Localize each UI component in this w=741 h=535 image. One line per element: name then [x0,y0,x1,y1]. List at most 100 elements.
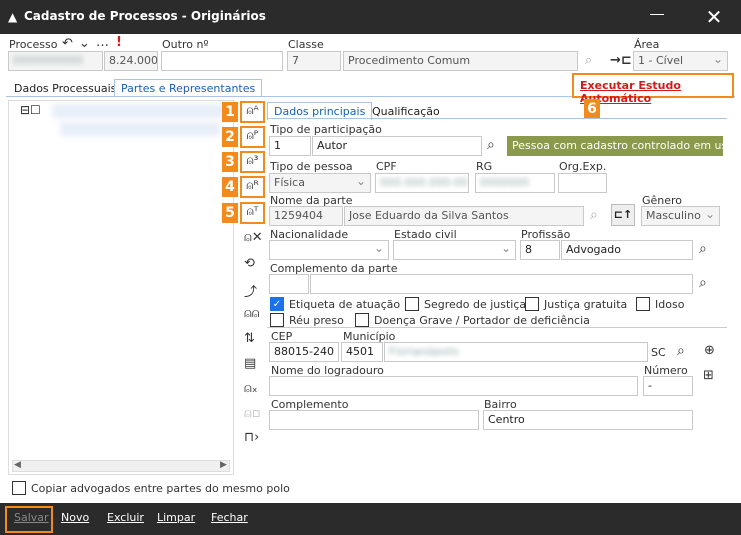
rg-field[interactable]: 0000000 [475,173,555,193]
person-p-icon: ⍝ᴾ [246,128,259,142]
export-icon[interactable]: ⊓› [244,430,259,445]
controlled-notice: Pessoa com cadastro controlado em uso [507,136,734,156]
more-icon[interactable]: … [96,35,109,50]
exec-estudo-link[interactable]: Executar Estudo Automático [580,79,741,105]
cep-field[interactable]: 88015-240 [269,342,339,362]
swap-icon[interactable]: ⇅ [244,331,255,346]
import-icon[interactable]: →⊏ [610,53,632,68]
segredo-checkbox[interactable] [405,297,419,311]
idoso-checkbox[interactable] [636,297,650,311]
scroll-right-icon[interactable]: ▶ [220,460,227,470]
idoso-label: Idoso [655,298,685,311]
search-icon[interactable]: ⌕ [699,241,707,257]
group-party-icon[interactable]: ⍝⍝ [244,306,260,321]
scroll-left-icon[interactable]: ◀ [14,460,21,470]
justica-gratuita-checkbox[interactable] [525,297,539,311]
classe-code-field[interactable]: 7 [287,51,341,71]
tool-add-representante-button[interactable]: ⍝ᴿ [240,176,265,198]
salvar-button[interactable]: Salvar [14,511,49,524]
genero-select[interactable]: Masculino [641,206,720,226]
reu-preso-checkbox[interactable] [270,313,284,327]
profissao-field[interactable]: Advogado [561,240,693,260]
search-icon[interactable]: ⌕ [487,137,495,153]
limpar-button[interactable]: Limpar [157,511,195,524]
outro-field[interactable] [161,51,283,71]
municipio-field[interactable]: Florianópolis [384,342,648,362]
open-person-button[interactable]: ⊏↑ [611,204,635,226]
person-a-icon: ⍝ᴬ [246,103,259,117]
undo-icon[interactable]: ↶ [62,36,73,51]
tipo-pessoa-select[interactable]: Física [269,173,371,193]
address-lookup-icon[interactable]: ⊕ [704,343,715,358]
tool-add-testemunha-button[interactable]: ⍝ᵀ [240,202,265,224]
processo-prefix-field[interactable]: 0000000000 [8,51,103,71]
parties-tree[interactable] [8,100,234,475]
copy-user-icon: ⍝▫ [244,406,261,421]
novo-button[interactable]: Novo [61,511,89,524]
org-exp-label: Org.Exp. [559,160,607,173]
tab-partes-representantes[interactable]: Partes e Representantes [114,79,263,97]
move-party-icon[interactable]: ⤴ [244,281,257,300]
import-person-icon: ⊏↑ [613,208,633,221]
tool-add-passivo-button[interactable]: ⍝ᴾ [240,126,265,148]
municipio-code-field[interactable]: 4501 [341,342,383,362]
copiar-advogados-checkbox[interactable] [12,481,26,495]
tab-dados-processuais[interactable]: Dados Processuais [8,80,122,97]
minimize-button[interactable] [650,14,664,15]
person-r-icon: ⍝ᴿ [246,178,259,192]
justica-gratuita-label: Justiça gratuita [544,298,628,311]
horizontal-scrollbar[interactable] [12,460,230,472]
classe-name-field[interactable]: Procedimento Comum [343,51,578,71]
chevron-down-icon[interactable]: ⌄ [79,36,90,51]
numero-field[interactable]: - [643,376,693,396]
refresh-party-icon[interactable]: ⟲ [244,256,255,271]
cpf-label: CPF [376,160,397,173]
remove-party-icon[interactable]: ⍝✕ [244,230,263,245]
excluir-button[interactable]: Excluir [107,511,144,524]
badge-2: 2 [222,127,238,147]
complemento-field[interactable] [269,410,479,430]
logradouro-field[interactable] [269,376,638,396]
etiqueta-checkbox[interactable]: ✓ [270,297,284,311]
search-icon[interactable]: ⌕ [585,53,592,68]
tree-root-icon[interactable]: ⊟☐ [20,103,41,117]
badge-1: 1 [222,102,238,122]
org-exp-field[interactable] [558,173,607,193]
alert-icon: ! [116,35,122,50]
bairro-field[interactable]: Centro [483,410,693,430]
nome-parte-field[interactable]: Jose Eduardo da Silva Santos [344,206,584,226]
complemento-parte-code-field[interactable] [269,274,309,294]
rg-label: RG [476,160,493,173]
tipo-participacao-code-field[interactable]: 1 [269,136,311,156]
tree-node-child[interactable] [60,122,220,136]
search-icon[interactable]: ⌕ [590,207,598,223]
processo-number-field[interactable]: 8.24.0000 [104,51,158,71]
search-icon[interactable]: ⌕ [677,343,685,359]
profissao-code-field[interactable]: 8 [520,240,560,260]
nome-parte-code-field[interactable]: 1259404 [269,206,343,226]
doenca-label: Doença Grave / Portador de deficiência [374,314,590,327]
tipo-pessoa-label: Tipo de pessoa [270,160,353,173]
tool-add-autor-button[interactable]: ⍝ᴬ [240,101,265,123]
title-bar: ▲ Cadastro de Processos - Originários ✕ [0,0,741,34]
tree-node-main[interactable] [52,104,230,118]
nacionalidade-select[interactable] [269,240,389,260]
complemento-parte-field[interactable] [310,274,693,294]
remove-user-icon[interactable]: ⍝ₓ [244,381,258,396]
tipo-participacao-field[interactable]: Autor [312,136,482,156]
area-select[interactable]: 1 - Cível [633,51,728,71]
footer-toolbar: Salvar Novo Excluir Limpar Fechar [0,503,741,535]
fechar-button[interactable]: Fechar [211,511,248,524]
badge-6: 6 [584,99,600,119]
doenca-checkbox[interactable] [355,313,369,327]
tool-add-terceiro-button[interactable]: ⍝³ [240,151,265,173]
badge-3: 3 [222,152,238,172]
outro-label: Outro nº [162,38,209,51]
window-title: Cadastro de Processos - Originários [24,9,266,23]
estado-civil-select[interactable] [393,240,516,260]
document-icon[interactable]: ▤ [244,356,256,371]
map-add-icon[interactable]: ⊞ [703,368,714,383]
search-icon[interactable]: ⌕ [699,275,707,291]
close-button[interactable]: ✕ [700,4,728,30]
cpf-field[interactable]: 000.000.000-00 [375,173,469,193]
